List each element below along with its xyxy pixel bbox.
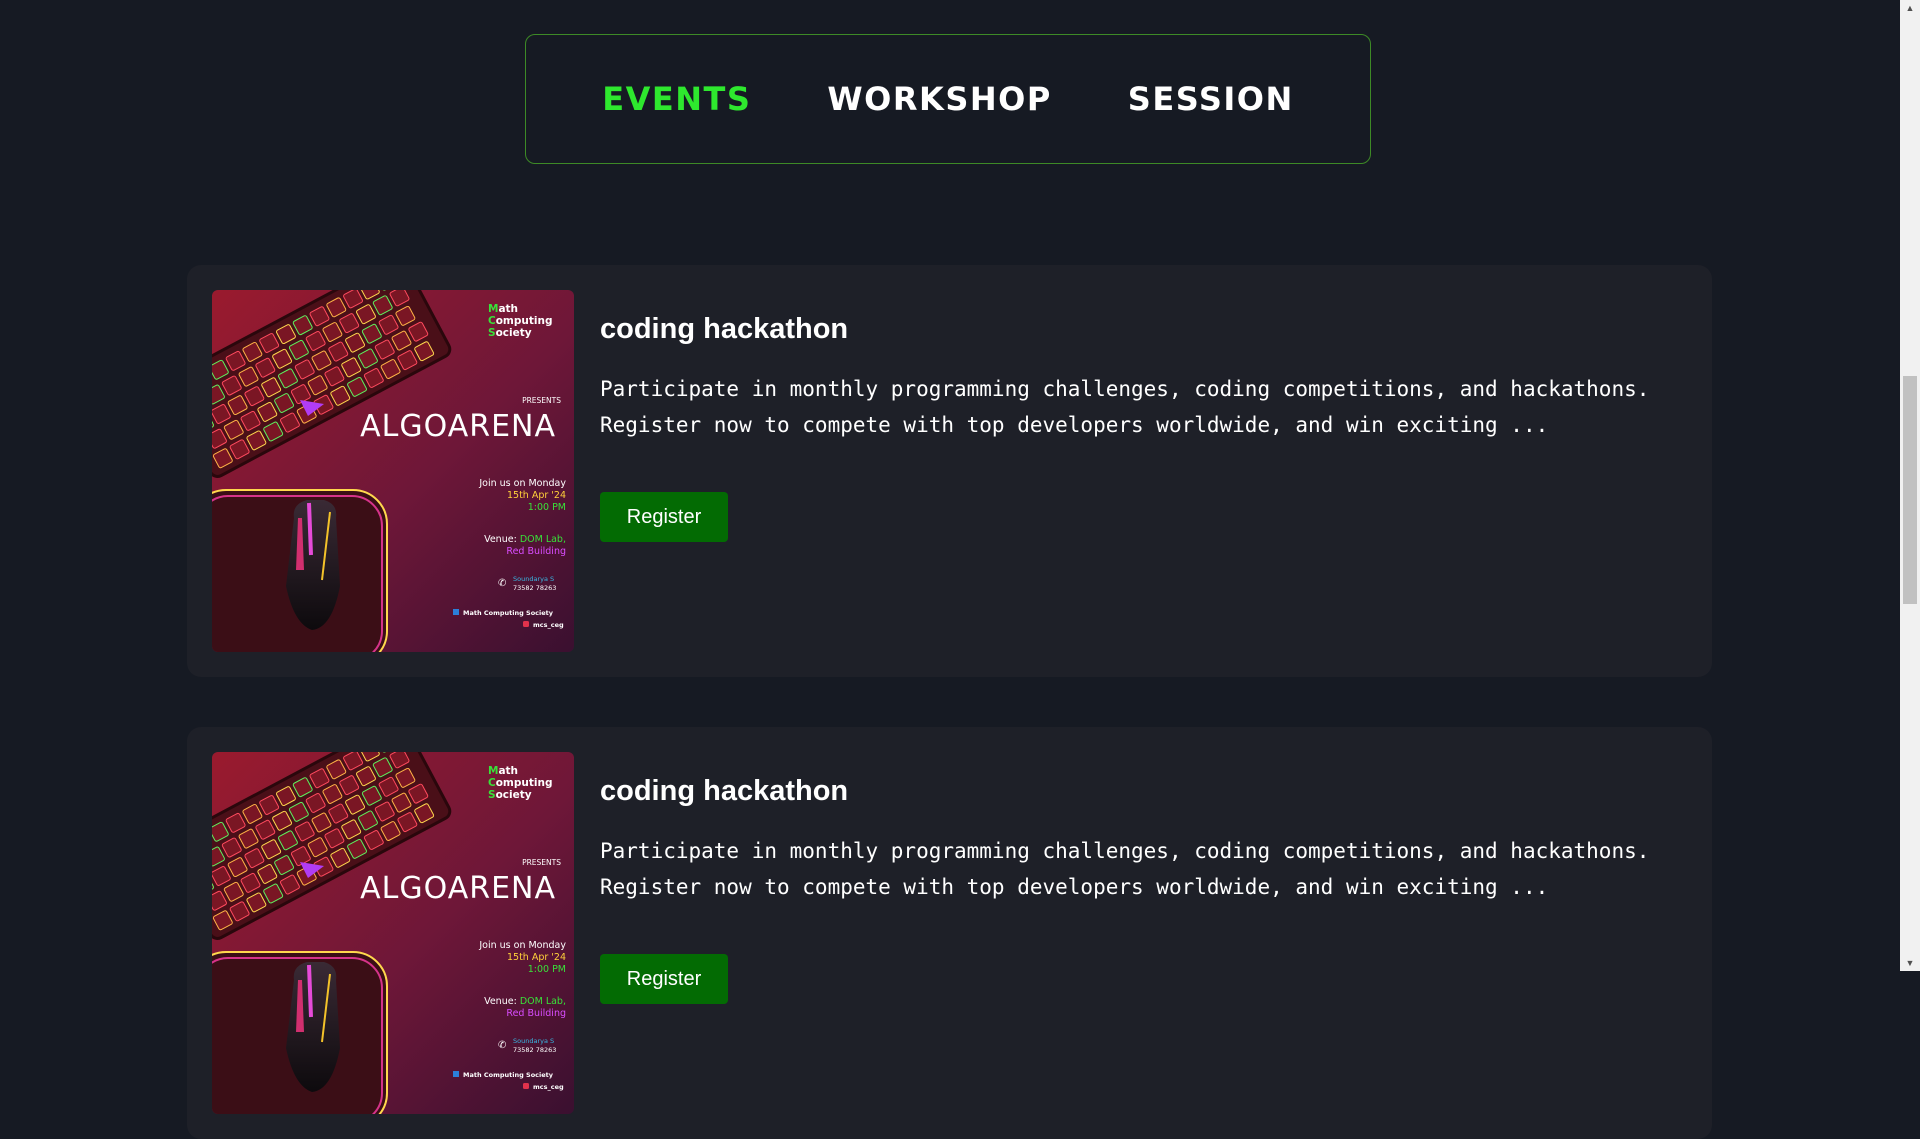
svg-text:ALGOARENA: ALGOARENA	[360, 409, 556, 444]
svg-text:Math: Math	[488, 765, 518, 777]
register-button[interactable]: Register	[600, 954, 728, 1004]
event-title: coding hackathon	[600, 775, 848, 808]
svg-text:Society: Society	[488, 327, 532, 339]
event-poster-image: Math Computing Society PRESENTS ALGOAREN…	[212, 752, 574, 1114]
svg-text:Computing: Computing	[488, 315, 552, 327]
event-title: coding hackathon	[600, 313, 848, 346]
svg-text:Red Building: Red Building	[506, 1008, 566, 1019]
svg-text:Red Building: Red Building	[506, 546, 566, 557]
poster-graphic: Math Computing Society PRESENTS ALGOAREN…	[212, 752, 574, 1114]
svg-text:PRESENTS: PRESENTS	[522, 858, 561, 867]
svg-text:1:00 PM: 1:00 PM	[528, 502, 566, 513]
event-description: Participate in monthly programming chall…	[600, 833, 1660, 905]
svg-text:✆: ✆	[498, 578, 506, 589]
svg-text:✆: ✆	[498, 1040, 506, 1051]
svg-text:Venue: DOM Lab,: Venue: DOM Lab,	[484, 534, 566, 545]
event-card: Math Computing Society PRESENTS ALGOAREN…	[187, 727, 1712, 1139]
svg-text:Join us on Monday: Join us on Monday	[478, 940, 566, 951]
event-card: Math Computing Society PRESENTS ALGOAREN…	[187, 265, 1712, 677]
svg-text:Computing: Computing	[488, 777, 552, 789]
vertical-scrollbar[interactable]: ▲ ▼	[1900, 0, 1920, 971]
scroll-down-icon[interactable]: ▼	[1900, 955, 1920, 971]
category-tabs: EVENTS WORKSHOP SESSION	[525, 34, 1371, 164]
register-button[interactable]: Register	[600, 492, 728, 542]
svg-text:Soundarya S: Soundarya S	[513, 1037, 554, 1045]
tab-session[interactable]: SESSION	[1128, 80, 1294, 118]
svg-text:15th Apr '24: 15th Apr '24	[507, 952, 566, 963]
svg-text:73582 78263: 73582 78263	[513, 1046, 556, 1054]
svg-text:Society: Society	[488, 789, 532, 801]
svg-text:Math Computing Society: Math Computing Society	[463, 1071, 554, 1079]
svg-text:Join us on Monday: Join us on Monday	[478, 478, 566, 489]
scroll-up-icon[interactable]: ▲	[1900, 0, 1920, 16]
tab-events[interactable]: EVENTS	[602, 80, 751, 118]
svg-text:Math: Math	[488, 303, 518, 315]
svg-text:1:00 PM: 1:00 PM	[528, 964, 566, 975]
svg-text:Math Computing Society: Math Computing Society	[463, 609, 554, 617]
svg-text:73582 78263: 73582 78263	[513, 584, 556, 592]
svg-text:Venue: DOM Lab,: Venue: DOM Lab,	[484, 996, 566, 1007]
svg-text:PRESENTS: PRESENTS	[522, 396, 561, 405]
scrollbar-thumb[interactable]	[1903, 376, 1917, 604]
tab-workshop[interactable]: WORKSHOP	[827, 80, 1051, 118]
svg-text:Soundarya S: Soundarya S	[513, 575, 554, 583]
poster-graphic: Math Computing Society PRESENTS ALGOAREN…	[212, 290, 574, 652]
event-poster-image: Math Computing Society PRESENTS ALGOAREN…	[212, 290, 574, 652]
svg-text:15th Apr '24: 15th Apr '24	[507, 490, 566, 501]
svg-text:mcs_ceg: mcs_ceg	[533, 621, 564, 629]
svg-text:ALGOARENA: ALGOARENA	[360, 871, 556, 906]
svg-text:mcs_ceg: mcs_ceg	[533, 1083, 564, 1091]
event-description: Participate in monthly programming chall…	[600, 371, 1660, 443]
